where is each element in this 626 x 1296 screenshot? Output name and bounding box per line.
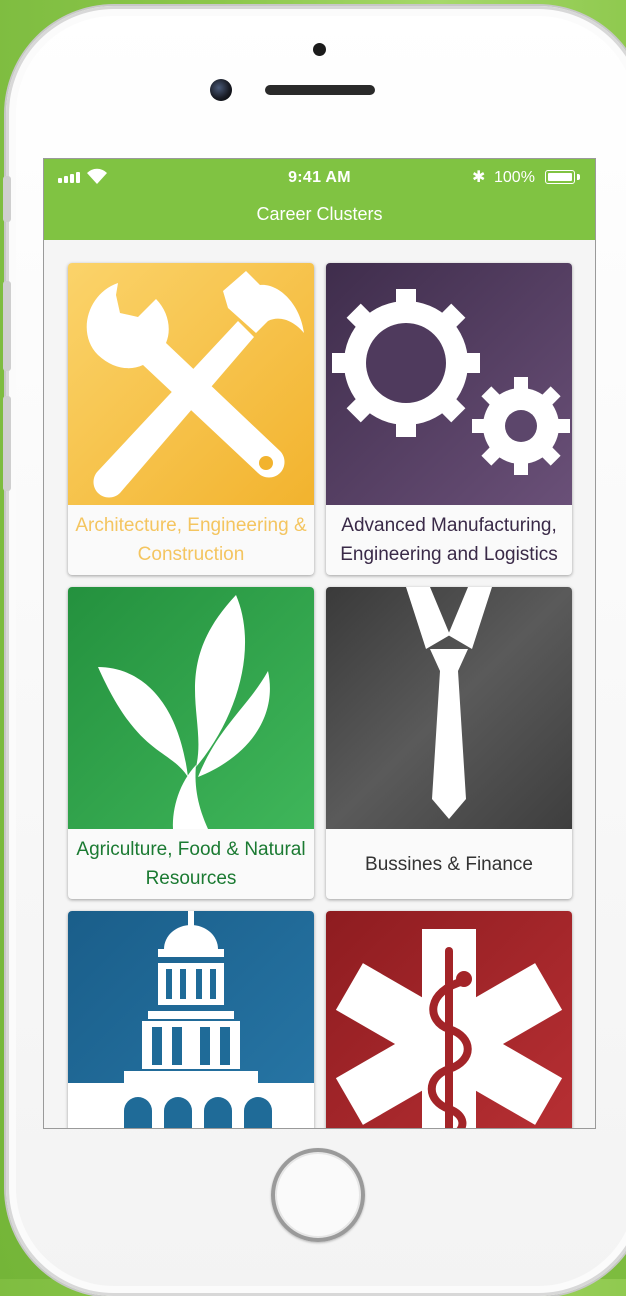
home-button[interactable] [271, 1148, 365, 1242]
capitol-building-icon [68, 911, 314, 1128]
cluster-card-health[interactable] [326, 911, 572, 1128]
medical-star-icon [326, 911, 572, 1128]
cluster-label: Bussines & Finance [365, 853, 533, 875]
cluster-art [68, 263, 314, 505]
cluster-art [326, 587, 572, 829]
cluster-art [68, 587, 314, 829]
wrench-hammer-icon [68, 263, 314, 505]
navigation-bar: Career Clusters [44, 197, 595, 240]
volume-down-button [3, 396, 11, 491]
cluster-card-architecture[interactable]: Architecture, Engineering & Construction [68, 263, 314, 575]
plant-icon [68, 587, 314, 829]
mute-switch [3, 176, 11, 222]
status-bar: 9:41 AM ✱ 100% [44, 159, 595, 197]
cluster-card-manufacturing[interactable]: Advanced Manufacturing, Engineering and … [326, 263, 572, 575]
cluster-art [326, 911, 572, 1128]
app-screen: 9:41 AM ✱ 100% Career Clusters Architect… [44, 159, 595, 1128]
cluster-art [68, 911, 314, 1128]
proximity-sensor [313, 43, 326, 56]
battery-icon [545, 170, 575, 184]
cluster-card-agriculture[interactable]: Agriculture, Food & Natural Resources [68, 587, 314, 899]
front-camera [210, 79, 232, 101]
necktie-icon [326, 587, 572, 829]
cluster-art [326, 263, 572, 505]
bluetooth-icon: ✱ [472, 169, 486, 186]
volume-up-button [3, 281, 11, 371]
gears-icon [326, 263, 572, 505]
page-title: Career Clusters [256, 204, 383, 224]
battery-tip [577, 174, 580, 180]
cluster-label: Agriculture, Food & Natural Resources [76, 839, 306, 889]
cluster-label: Advanced Manufacturing, Engineering and … [340, 515, 558, 565]
battery-percent: 100% [494, 169, 535, 186]
cluster-card-government[interactable] [68, 911, 314, 1128]
earpiece-speaker [265, 85, 375, 95]
cluster-card-business[interactable]: Bussines & Finance [326, 587, 572, 899]
cluster-label: Architecture, Engineering & Construction [75, 515, 307, 565]
